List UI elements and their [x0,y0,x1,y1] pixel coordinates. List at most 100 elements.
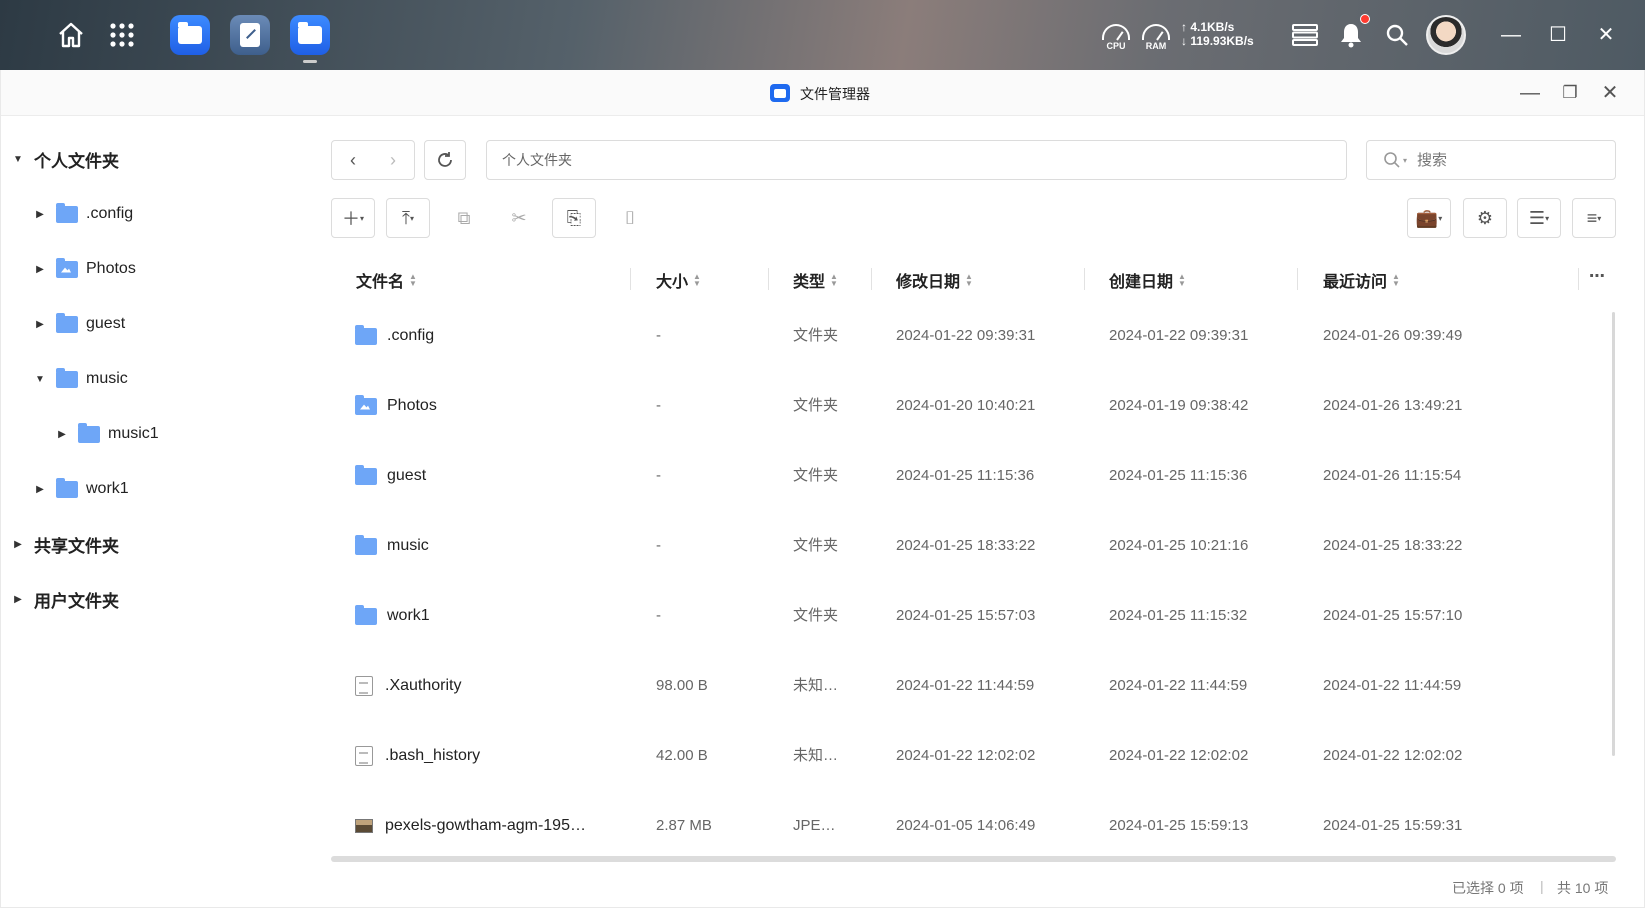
window-close-icon[interactable]: ✕ [1597,80,1623,106]
paste-button[interactable]: ⎘ [552,198,596,238]
file-type: 未知… [793,677,839,694]
table-row[interactable]: .bash_history 42.00 B 未知… 2024-01-22 12:… [331,723,1611,789]
new-button[interactable]: ＋ ▾ [331,198,375,238]
caret-right-icon[interactable]: ▶ [10,539,26,550]
caret-down-icon[interactable]: ▼ [10,154,26,165]
vertical-scrollbar[interactable] [1612,312,1615,756]
col-header-name[interactable]: 文件名 ▲ ▼ [356,268,417,292]
table-row[interactable]: .config - 文件夹 2024-01-22 09:39:31 2024-0… [331,303,1611,369]
search-input[interactable] [1417,151,1588,169]
file-created: 2024-01-19 09:38:42 [1109,397,1249,414]
caret-right-icon[interactable]: ▶ [32,484,48,495]
copy-button[interactable]: ⧉ [444,198,484,238]
toolbox-button[interactable]: 💼 ▾ [1407,198,1451,238]
file-modified: 2024-01-20 10:40:21 [896,397,1036,414]
folder-icon [355,464,377,485]
bell-icon[interactable] [1336,20,1366,50]
horizontal-scrollbar[interactable] [331,856,1616,862]
storage-icon[interactable] [1290,20,1320,50]
caret-right-icon[interactable]: ▶ [32,209,48,220]
col-header-type[interactable]: 类型 ▲ ▼ [793,268,838,292]
sort-button[interactable]: ≡ ▾ [1572,198,1616,238]
tree-shared-folder[interactable]: ▶ 共享文件夹 [10,529,119,559]
back-forward-group: ‹ › [331,140,415,180]
tree-item-work1[interactable]: ▶ work1 [32,474,129,504]
file-modified: 2024-01-25 15:57:03 [896,607,1036,624]
file-modified: 2024-01-22 11:44:59 [896,677,1035,694]
address-bar[interactable]: 个人文件夹 [486,140,1347,180]
tree-item-music1[interactable]: ▶ music1 [54,419,159,449]
file-type: 文件夹 [793,327,839,344]
cpu-gauge-icon[interactable]: CPU [1099,20,1133,54]
col-header-created[interactable]: 创建日期 ▲ ▼ [1109,268,1186,292]
caret-right-icon[interactable]: ▶ [32,264,48,275]
caret-down-icon[interactable]: ▼ [32,374,48,385]
col-header-size[interactable]: 大小 ▲ ▼ [656,268,701,292]
tree-personal-folder[interactable]: ▼ 个人文件夹 [10,144,119,174]
maximize-icon[interactable]: ☐ [1545,22,1571,48]
tree-item-music[interactable]: ▼ music [32,364,128,394]
window-minimize-icon[interactable]: — [1517,80,1543,106]
upload-button[interactable]: ⤒ ▾ [386,198,430,238]
table-row[interactable]: .Xauthority 98.00 B 未知… 2024-01-22 11:44… [331,653,1611,719]
file-created: 2024-01-25 15:59:13 [1109,817,1249,834]
file-accessed: 2024-01-26 09:39:49 [1323,327,1463,344]
column-divider[interactable] [871,268,872,290]
back-icon[interactable]: ‹ [333,150,373,171]
column-divider[interactable] [768,268,769,290]
text-editor-app-icon[interactable] [230,15,270,55]
tree-user-folder[interactable]: ▶ 用户文件夹 [10,584,119,614]
window-titlebar[interactable]: 文件管理器 — ❐ ✕ [1,70,1644,116]
file-type: JPE… [793,817,836,834]
file-manager-app-icon[interactable] [170,15,210,55]
caret-right-icon[interactable]: ▶ [10,594,26,605]
column-divider[interactable] [1297,268,1298,290]
search-box[interactable]: ▾ [1366,140,1616,180]
app-grid-icon[interactable] [105,18,139,52]
file-type: 文件夹 [793,607,839,624]
caret-right-icon[interactable]: ▶ [54,429,70,440]
rename-button[interactable]: ⌷ [610,198,650,238]
caret-right-icon[interactable]: ▶ [32,319,48,330]
desktop-taskbar: CPU RAM ↑ 4.1KB/s ↓ 119.93KB/s — ☐ ✕ [0,0,1645,70]
file-type: 文件夹 [793,397,839,414]
forward-icon[interactable]: › [373,150,413,171]
total-count: 共 10 项 [1557,880,1609,896]
photo-folder-icon [355,394,377,415]
folder-icon [355,534,377,555]
table-row[interactable]: guest - 文件夹 2024-01-25 11:15:36 2024-01-… [331,443,1611,509]
more-columns-icon[interactable]: ⋯ [1589,266,1605,286]
sort-icon: ▲ ▼ [830,272,838,288]
tree-item-photos[interactable]: ▶ Photos [32,254,136,284]
column-divider[interactable] [630,268,631,290]
tree-label: Photos [86,260,136,277]
column-divider[interactable] [1084,268,1085,290]
close-icon[interactable]: ✕ [1593,22,1619,48]
file-type: 文件夹 [793,537,839,554]
settings-button[interactable]: ⚙ [1463,198,1507,238]
file-accessed: 2024-01-22 11:44:59 [1323,677,1462,694]
col-header-modified[interactable]: 修改日期 ▲ ▼ [896,268,973,292]
home-icon[interactable] [54,18,88,52]
file-manager-app-icon-active[interactable] [290,15,330,55]
tree-item-config[interactable]: ▶ .config [32,199,133,229]
user-avatar[interactable] [1426,15,1466,55]
tree-item-guest[interactable]: ▶ guest [32,309,125,339]
file-modified: 2024-01-25 11:15:36 [896,467,1035,484]
col-header-accessed[interactable]: 最近访问 ▲ ▼ [1323,268,1400,292]
search-dropdown-icon[interactable]: ▾ [1403,156,1407,165]
table-row[interactable]: pexels-gowtham-agm-195… 2.87 MB JPE… 202… [331,793,1611,859]
file-type: 未知… [793,747,839,764]
ram-gauge-icon[interactable]: RAM [1139,20,1173,54]
refresh-button[interactable] [424,140,466,180]
window-restore-icon[interactable]: ❐ [1557,80,1583,106]
minimize-icon[interactable]: — [1498,22,1524,48]
cut-button[interactable]: ✂ [499,198,539,238]
search-icon[interactable] [1382,20,1412,50]
table-row[interactable]: music - 文件夹 2024-01-25 18:33:22 2024-01-… [331,513,1611,579]
view-mode-button[interactable]: ☰ ▾ [1517,198,1561,238]
table-row[interactable]: Photos - 文件夹 2024-01-20 10:40:21 2024-01… [331,373,1611,439]
refresh-icon [438,152,452,167]
table-row[interactable]: work1 - 文件夹 2024-01-25 15:57:03 2024-01-… [331,583,1611,649]
column-divider[interactable] [1578,268,1579,290]
